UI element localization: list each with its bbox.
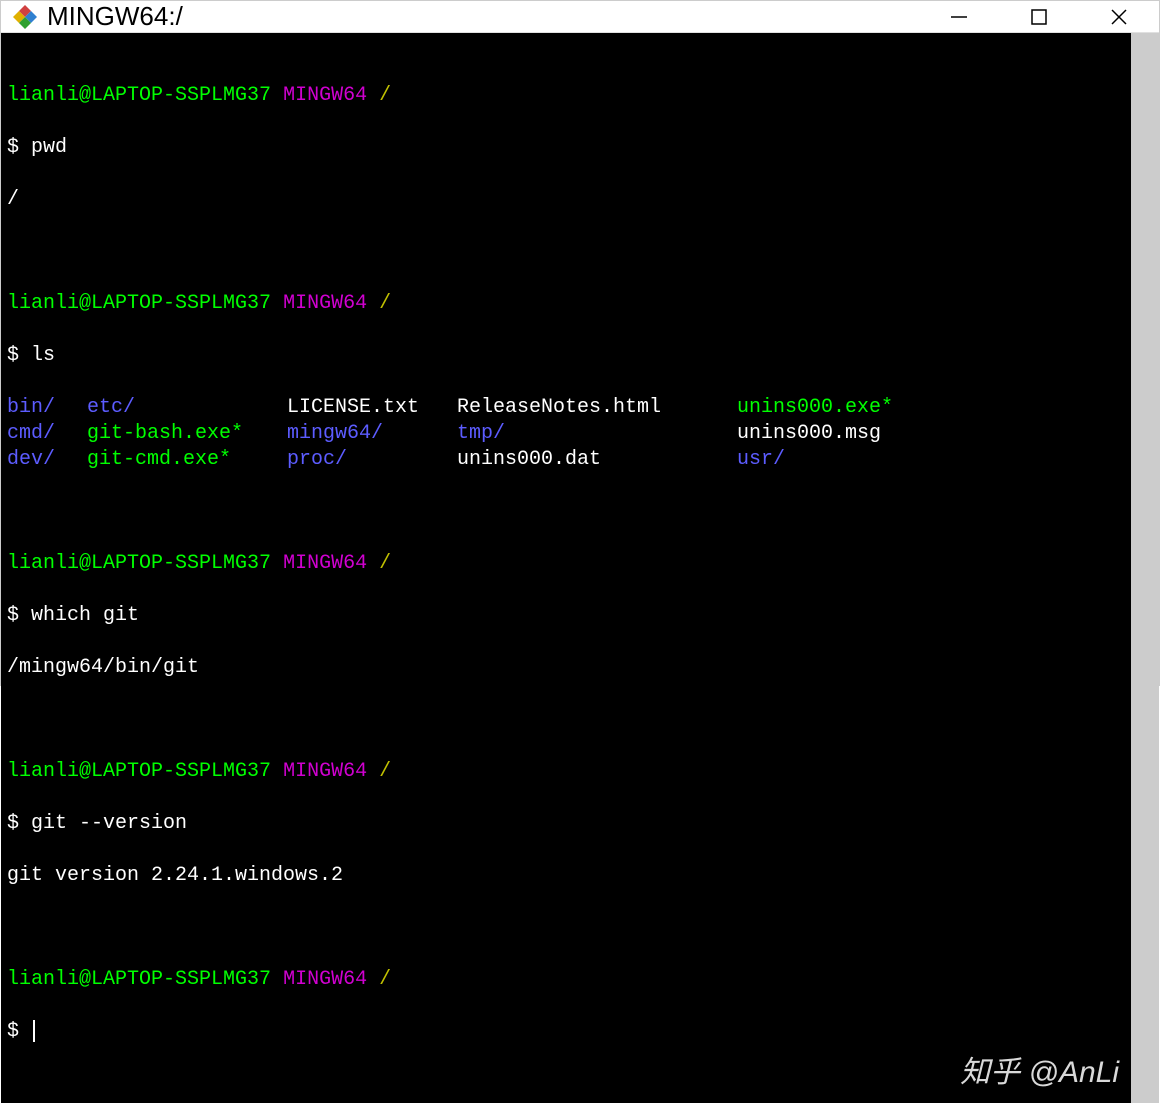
window-controls xyxy=(919,1,1159,32)
prompt-line: lianli@LAPTOP-SSPLMG37 MINGW64 / xyxy=(7,967,1125,993)
maximize-icon xyxy=(1030,8,1048,26)
minimize-icon xyxy=(949,7,969,27)
close-icon xyxy=(1109,7,1129,27)
command-line: $ pwd xyxy=(7,135,1125,161)
window-title: MINGW64:/ xyxy=(47,1,183,32)
command-ls: ls xyxy=(31,344,55,367)
ls-entry: dev/ xyxy=(7,448,55,471)
titlebar[interactable]: MINGW64:/ xyxy=(1,1,1159,33)
prompt-line: lianli@LAPTOP-SSPLMG37 MINGW64 / xyxy=(7,83,1125,109)
prompt-line: lianli@LAPTOP-SSPLMG37 MINGW64 / xyxy=(7,759,1125,785)
ls-entry: unins000.exe* xyxy=(737,396,893,419)
command-line: $ ls xyxy=(7,343,1125,369)
blank-line xyxy=(7,499,1125,525)
ls-entry: git-cmd.exe* xyxy=(87,448,231,471)
ls-entry: mingw64/ xyxy=(287,422,383,445)
minimize-button[interactable] xyxy=(919,1,999,32)
command-which-git: which git xyxy=(31,604,139,627)
ls-entry: usr/ xyxy=(737,448,785,471)
ls-entry: LICENSE.txt xyxy=(287,396,419,419)
ls-entry: cmd/ xyxy=(7,422,55,445)
blank-line xyxy=(7,915,1125,941)
prompt-line: lianli@LAPTOP-SSPLMG37 MINGW64 / xyxy=(7,291,1125,317)
command-line-current[interactable]: $ xyxy=(7,1019,1125,1045)
output-pwd: / xyxy=(7,187,1125,213)
ls-entry: git-bash.exe* xyxy=(87,422,243,445)
prompt-user: lianli@LAPTOP-SSPLMG37 xyxy=(7,84,271,107)
ls-entry: bin/ xyxy=(7,396,55,419)
maximize-button[interactable] xyxy=(999,1,1079,32)
blank-line xyxy=(7,239,1125,265)
ls-entry: proc/ xyxy=(287,448,347,471)
prompt-env: MINGW64 xyxy=(283,84,367,107)
terminal-area: lianli@LAPTOP-SSPLMG37 MINGW64 / $ pwd /… xyxy=(1,33,1159,1103)
prompt-symbol: $ xyxy=(7,136,19,159)
command-git-version: git --version xyxy=(31,812,187,835)
cursor xyxy=(33,1020,35,1042)
terminal-content[interactable]: lianli@LAPTOP-SSPLMG37 MINGW64 / $ pwd /… xyxy=(1,33,1131,1103)
ls-entry: tmp/ xyxy=(457,422,505,445)
app-icon xyxy=(11,3,39,31)
output-git-version: git version 2.24.1.windows.2 xyxy=(7,863,1125,889)
prompt-path: / xyxy=(379,84,391,107)
command-line: $ which git xyxy=(7,603,1125,629)
ls-entry: unins000.dat xyxy=(457,448,601,471)
close-button[interactable] xyxy=(1079,1,1159,32)
ls-entry: etc/ xyxy=(87,396,135,419)
output-which-git: /mingw64/bin/git xyxy=(7,655,1125,681)
command-line: $ git --version xyxy=(7,811,1125,837)
ls-entry: unins000.msg xyxy=(737,422,881,445)
prompt-line: lianli@LAPTOP-SSPLMG37 MINGW64 / xyxy=(7,551,1125,577)
command-pwd: pwd xyxy=(31,136,67,159)
vertical-scrollbar[interactable] xyxy=(1131,33,1159,1103)
terminal-window: MINGW64:/ lianli@LAPTOP-SSPLMG37 MINGW64… xyxy=(0,0,1160,686)
ls-entry: ReleaseNotes.html xyxy=(457,396,661,419)
blank-line xyxy=(7,707,1125,733)
ls-output: bin/ cmd/ dev/etc/ git-bash.exe* git-cmd… xyxy=(7,395,1125,473)
scrollbar-thumb[interactable] xyxy=(1131,33,1159,1103)
